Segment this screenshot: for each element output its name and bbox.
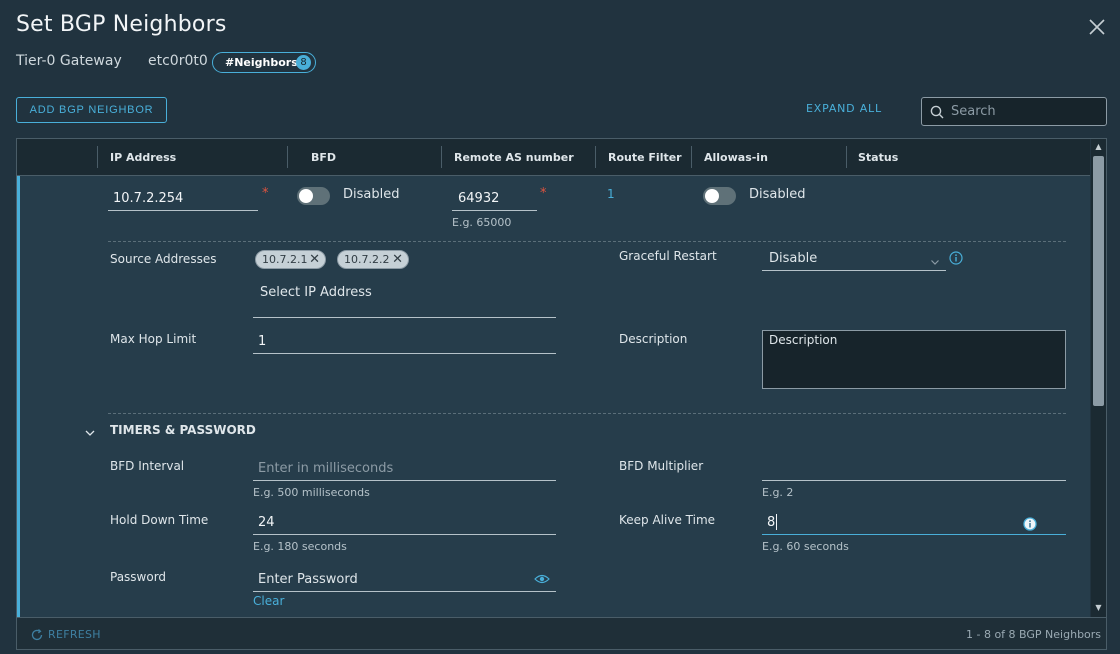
hold-down-time-label: Hold Down Time xyxy=(110,513,209,527)
allowas-in-state-label: Disabled xyxy=(749,187,806,202)
bfd-interval-underline xyxy=(253,480,556,481)
column-header-remote-as[interactable]: Remote AS number xyxy=(454,151,574,164)
chip-label: 10.7.2.1 xyxy=(262,253,308,266)
source-addresses-label: Source Addresses xyxy=(110,252,217,266)
ip-address-input[interactable]: 10.7.2.254 xyxy=(113,191,183,206)
chip-close-icon[interactable]: ✕ xyxy=(392,251,403,268)
refresh-icon[interactable] xyxy=(30,627,44,641)
section-divider xyxy=(108,413,1066,414)
column-separator xyxy=(691,146,692,168)
neighbors-badge: #Neighbors 8 xyxy=(212,52,316,73)
column-separator xyxy=(595,146,596,168)
column-header-route-filter[interactable]: Route Filter xyxy=(608,151,682,164)
source-address-underline xyxy=(253,317,556,318)
keep-alive-hint: E.g. 60 seconds xyxy=(762,540,849,553)
refresh-button[interactable]: REFRESH xyxy=(48,628,101,641)
remote-as-underline xyxy=(452,210,537,211)
text-cursor xyxy=(776,514,777,530)
column-separator xyxy=(287,146,288,168)
scroll-up-icon[interactable]: ▲ xyxy=(1091,141,1106,153)
max-hop-limit-label: Max Hop Limit xyxy=(110,332,197,346)
column-header-allowas-in[interactable]: Allowas-in xyxy=(704,151,768,164)
row-selection-bar xyxy=(17,176,20,617)
column-header-ip-address[interactable]: IP Address xyxy=(110,151,176,164)
ip-address-underline xyxy=(108,210,258,211)
close-icon[interactable] xyxy=(1087,17,1107,37)
column-separator xyxy=(441,146,442,168)
max-hop-limit-input[interactable]: 1 xyxy=(258,334,266,349)
keep-alive-time-label: Keep Alive Time xyxy=(619,513,716,527)
search-placeholder: Search xyxy=(951,104,996,119)
chip-label: 10.7.2.2 xyxy=(344,253,390,266)
expand-all-button[interactable]: EXPAND ALL xyxy=(806,102,882,115)
allowas-in-toggle[interactable] xyxy=(703,187,736,205)
info-icon[interactable] xyxy=(1023,516,1037,531)
bfd-interval-hint: E.g. 500 milliseconds xyxy=(253,486,370,499)
chip-close-icon[interactable]: ✕ xyxy=(309,251,320,268)
column-separator xyxy=(97,146,98,168)
remote-as-input[interactable]: 64932 xyxy=(458,191,499,206)
bfd-multiplier-hint: E.g. 2 xyxy=(762,486,794,499)
password-underline xyxy=(253,591,556,592)
timers-password-section-toggle[interactable]: TIMERS & PASSWORD xyxy=(110,423,256,437)
info-icon[interactable] xyxy=(949,250,963,265)
password-label: Password xyxy=(110,570,167,584)
gateway-name: etc0r0t0 xyxy=(148,53,208,69)
max-hop-underline xyxy=(253,353,556,354)
keep-alive-underline xyxy=(762,534,1066,535)
search-input[interactable]: Search xyxy=(921,97,1107,126)
keep-alive-time-input[interactable]: 8 xyxy=(767,515,775,530)
column-header-status[interactable]: Status xyxy=(858,151,898,164)
hold-down-hint: E.g. 180 seconds xyxy=(253,540,347,553)
source-address-input[interactable]: Select IP Address xyxy=(260,285,372,300)
scrollbar-thumb[interactable] xyxy=(1093,156,1104,406)
neighbors-badge-label: #Neighbors xyxy=(225,56,298,69)
hold-down-underline xyxy=(253,534,556,535)
add-bgp-neighbor-button[interactable]: ADD BGP NEIGHBOR xyxy=(16,97,167,123)
grid-footer xyxy=(17,617,1106,649)
required-marker: * xyxy=(540,186,547,201)
graceful-restart-select[interactable]: Disable xyxy=(769,251,817,266)
required-marker: * xyxy=(262,186,269,201)
neighbors-count: 8 xyxy=(296,55,311,70)
description-placeholder: Description xyxy=(769,333,838,347)
source-address-chip: 10.7.2.2 ✕ xyxy=(337,250,409,269)
hold-down-time-input[interactable]: 24 xyxy=(258,515,275,530)
toggle-knob xyxy=(299,189,313,203)
neighbor-row-detail xyxy=(20,176,1090,617)
bfd-state-label: Disabled xyxy=(343,187,400,202)
chevron-down-icon[interactable] xyxy=(930,252,940,265)
column-header-bfd[interactable]: BFD xyxy=(311,151,336,164)
graceful-restart-underline xyxy=(762,270,946,271)
eye-icon[interactable] xyxy=(534,571,550,585)
bfd-interval-input[interactable]: Enter in milliseconds xyxy=(258,461,393,476)
column-separator xyxy=(846,146,847,168)
chevron-down-icon[interactable] xyxy=(84,424,96,436)
search-icon xyxy=(930,105,944,119)
scroll-down-icon[interactable]: ▼ xyxy=(1091,602,1106,614)
bfd-toggle[interactable] xyxy=(297,187,330,205)
remote-as-hint: E.g. 65000 xyxy=(452,216,512,229)
gateway-type-label: Tier-0 Gateway xyxy=(16,53,122,69)
bfd-multiplier-label: BFD Multiplier xyxy=(619,459,704,473)
bfd-multiplier-input[interactable] xyxy=(762,480,1066,481)
password-input[interactable]: Enter Password xyxy=(258,572,358,587)
route-filter-link[interactable]: 1 xyxy=(607,187,615,201)
pagination-summary: 1 - 8 of 8 BGP Neighbors xyxy=(966,628,1102,641)
description-textarea[interactable]: Description xyxy=(762,330,1066,389)
clear-password-link[interactable]: Clear xyxy=(253,594,284,608)
section-divider xyxy=(108,241,1066,242)
source-address-chip: 10.7.2.1 ✕ xyxy=(255,250,326,269)
bfd-interval-label: BFD Interval xyxy=(110,459,185,473)
dialog-title: Set BGP Neighbors xyxy=(16,12,227,37)
graceful-restart-label: Graceful Restart xyxy=(619,249,717,263)
toggle-knob xyxy=(705,189,719,203)
description-label: Description xyxy=(619,332,688,346)
